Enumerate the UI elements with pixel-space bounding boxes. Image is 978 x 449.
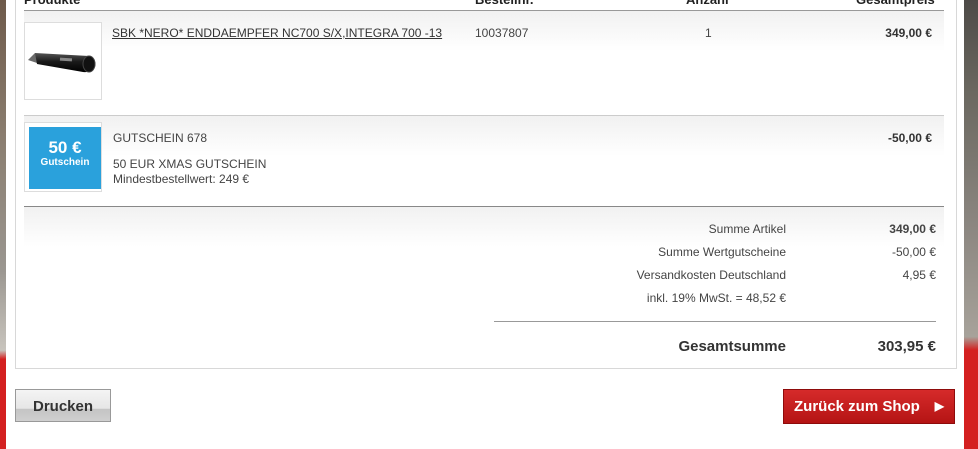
total-divider bbox=[494, 321, 936, 322]
exhaust-muffler-image bbox=[28, 53, 96, 73]
voucher-price: -50,00 € bbox=[887, 131, 932, 145]
product-quantity: 1 bbox=[705, 26, 712, 40]
voucher-badge-amount: 50 € bbox=[48, 138, 82, 157]
product-name-link[interactable]: SBK *NERO* ENDDAEMPFER NC700 S/X,INTEGRA… bbox=[112, 26, 442, 40]
grand-total-value: 303,95 € bbox=[877, 338, 936, 355]
tax-info: inkl. 19% MwSt. = 48,52 € bbox=[646, 291, 786, 305]
shipping-label: Versandkosten Deutschland bbox=[636, 268, 786, 282]
voucher-badge-label: Gutschein bbox=[40, 157, 90, 168]
voucher-badge: 50 € Gutschein bbox=[29, 127, 101, 189]
shipping-value: 4,95 € bbox=[902, 268, 936, 282]
voucher-description: 50 EUR XMAS GUTSCHEIN bbox=[113, 157, 267, 171]
triangle-right-icon: ▶ bbox=[934, 399, 944, 413]
print-button-label: Drucken bbox=[32, 398, 94, 415]
voucher-title: GUTSCHEIN 678 bbox=[113, 131, 208, 145]
cart-page: Produkte Bestellnr. Anzahl Gesamtpreis bbox=[6, 0, 964, 449]
print-button[interactable]: Drucken bbox=[15, 389, 111, 422]
back-to-shop-label: Zurück zum Shop bbox=[794, 398, 920, 415]
header-quantity: Anzahl bbox=[686, 0, 729, 8]
sum-vouchers-label: Summe Wertgutscheine bbox=[658, 245, 786, 259]
product-order-no: 10037807 bbox=[475, 26, 529, 40]
back-to-shop-button[interactable]: Zurück zum Shop ▶ bbox=[783, 389, 955, 424]
header-order-no: Bestellnr. bbox=[475, 0, 534, 8]
product-price: 349,00 € bbox=[885, 26, 932, 40]
product-thumbnail[interactable] bbox=[24, 22, 102, 100]
background-right bbox=[964, 0, 978, 449]
cart-panel: Produkte Bestellnr. Anzahl Gesamtpreis bbox=[15, 0, 957, 369]
sum-items-label: Summe Artikel bbox=[708, 222, 786, 236]
sum-vouchers-value: -50,00 € bbox=[891, 245, 936, 259]
grand-total-label: Gesamtsumme bbox=[678, 338, 786, 355]
voucher-min-order: Mindestbestellwert: 249 € bbox=[113, 172, 250, 186]
sum-items-value: 349,00 € bbox=[889, 222, 936, 236]
header-products: Produkte bbox=[24, 0, 80, 8]
header-total-price: Gesamtpreis bbox=[856, 0, 935, 8]
voucher-thumbnail: 50 € Gutschein bbox=[24, 122, 102, 192]
